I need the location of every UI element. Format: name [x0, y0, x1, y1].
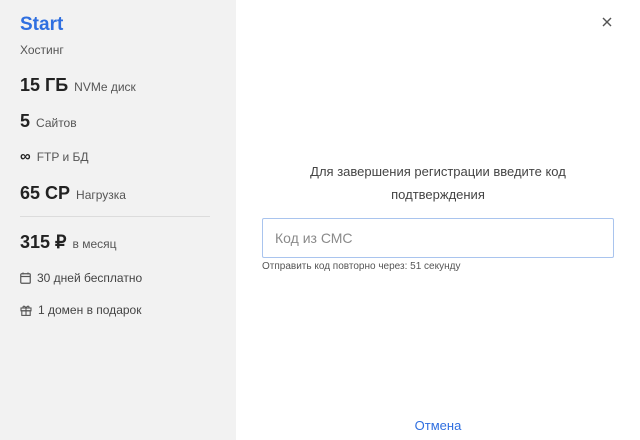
- plan-name: Start: [20, 14, 64, 35]
- resend-countdown: Отправить код повторно через: 51 секунду: [262, 261, 461, 272]
- feature-disk-label: NVMe диск: [74, 80, 136, 94]
- price-value: 315 ₽: [20, 232, 67, 252]
- perk-free-domain-text: 1 домен в подарок: [38, 303, 142, 317]
- feature-sites-value: 5: [20, 111, 31, 131]
- plan-type: Хостинг: [20, 43, 64, 57]
- feature-ftp-label: FTP и БД: [36, 150, 89, 164]
- feature-load-label: Нагрузка: [76, 188, 126, 202]
- sms-code-input[interactable]: [262, 218, 614, 258]
- calendar-icon: [20, 272, 31, 284]
- gift-icon: [20, 305, 32, 316]
- close-button[interactable]: [598, 13, 616, 31]
- close-icon: [602, 17, 612, 27]
- feature-sites-label: Сайтов: [36, 116, 77, 130]
- feature-load: 65 CP Нагрузка: [20, 183, 126, 204]
- sidebar-divider: [20, 216, 210, 217]
- perk-free-domain: 1 домен в подарок: [20, 303, 141, 317]
- infinity-icon: ∞: [20, 148, 31, 165]
- plan-sidebar: Start Хостинг 15 ГБ NVMe диск 5 Сайтов ∞…: [0, 0, 236, 440]
- feature-disk: 15 ГБ NVMe диск: [20, 75, 136, 96]
- feature-ftp: ∞ FTP и БД: [20, 148, 89, 165]
- plan-price: 315 ₽ в месяц: [20, 232, 117, 253]
- feature-load-value: 65 CP: [20, 183, 71, 203]
- feature-disk-value: 15 ГБ: [20, 75, 69, 95]
- perk-free-trial: 30 дней бесплатно: [20, 271, 142, 285]
- verification-prompt: Для завершения регистрации введите код п…: [310, 164, 566, 202]
- perk-free-trial-text: 30 дней бесплатно: [37, 271, 143, 285]
- cancel-button[interactable]: Отмена: [380, 418, 496, 433]
- feature-sites: 5 Сайтов: [20, 111, 77, 132]
- price-period: в месяц: [72, 237, 117, 251]
